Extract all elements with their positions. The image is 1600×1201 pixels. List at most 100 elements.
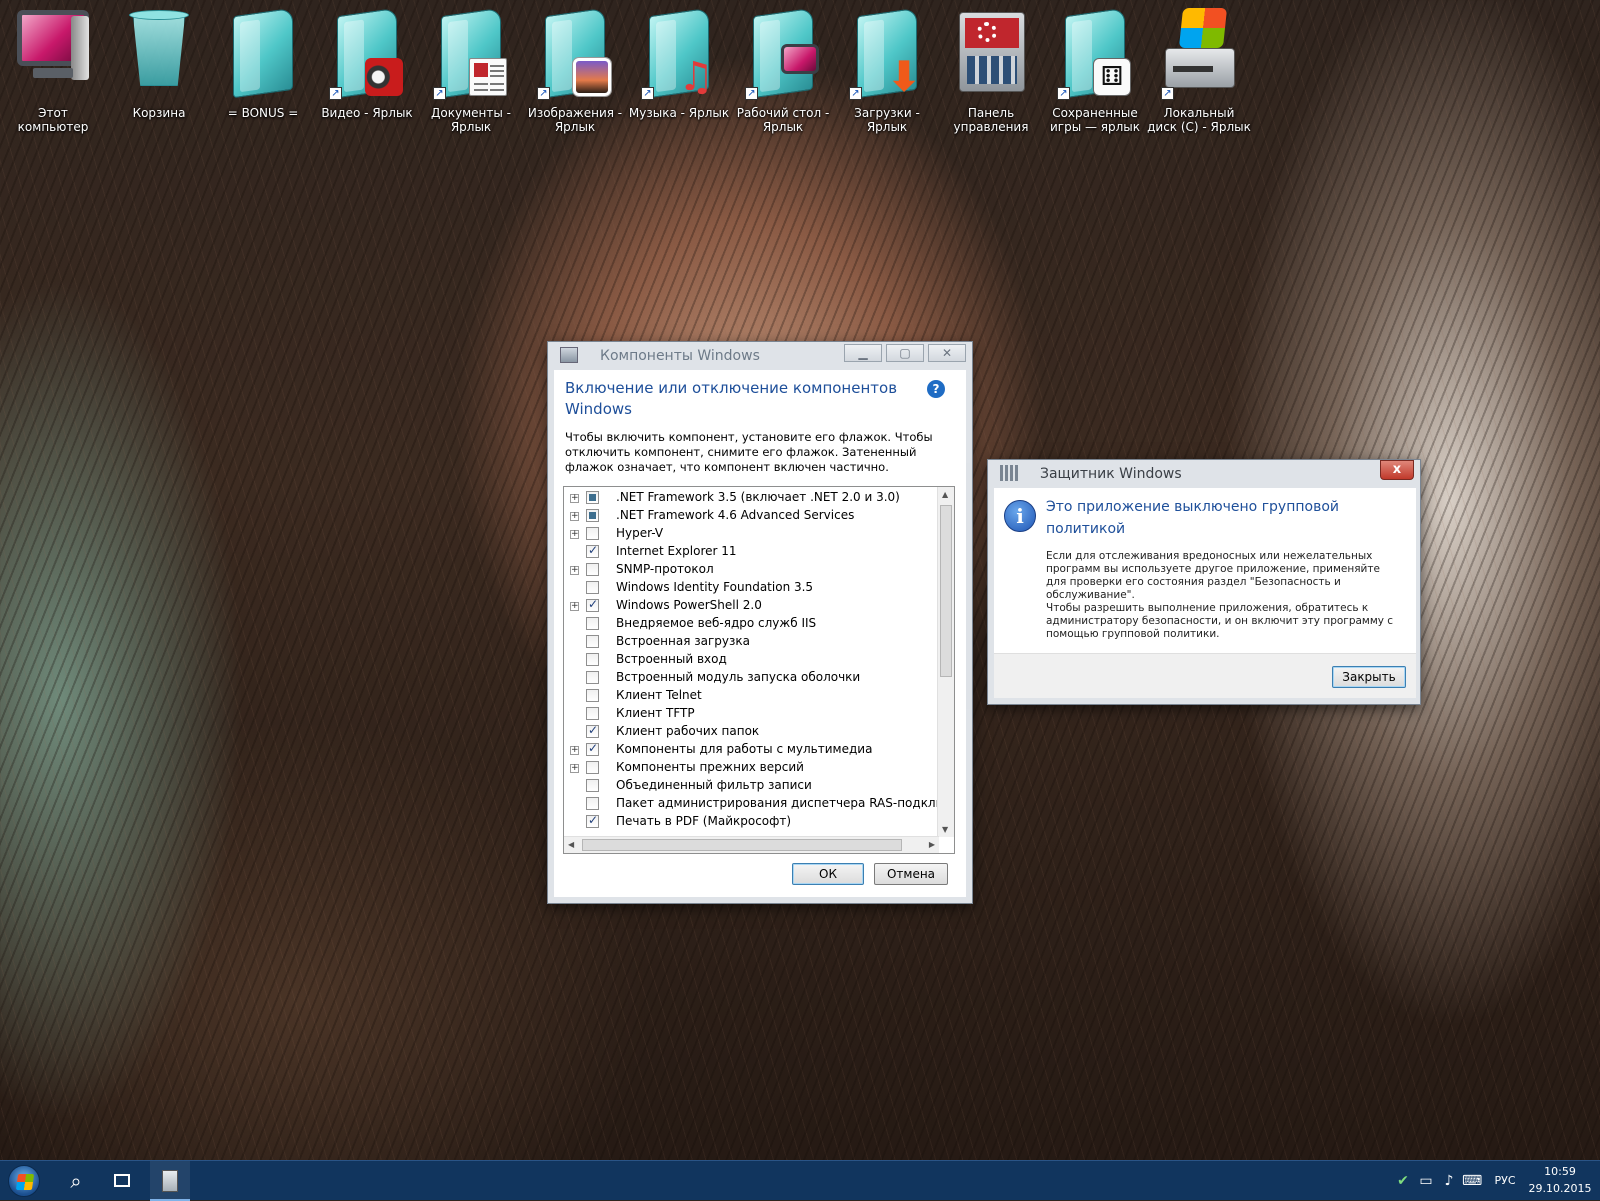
feature-checkbox[interactable] bbox=[586, 761, 599, 774]
hard-drive-icon: ↗ bbox=[1159, 4, 1239, 102]
cancel-button[interactable]: Отмена bbox=[874, 863, 948, 885]
desktop-icon-documents[interactable]: ↗ Документы - Ярлык bbox=[419, 4, 523, 134]
help-icon[interactable]: ? bbox=[927, 380, 945, 398]
close-icon[interactable]: x bbox=[1380, 460, 1414, 480]
feature-checkbox[interactable] bbox=[586, 635, 599, 648]
dialog-title-bar[interactable]: Защитник Windows x bbox=[988, 460, 1420, 488]
horizontal-scroll-thumb[interactable] bbox=[582, 839, 902, 851]
features-tree-list[interactable]: + .NET Framework 3.5 (включает .NET 2.0 и… bbox=[563, 486, 955, 854]
desktop-icon-local-disk[interactable]: ↗ Локальный диск (C) - Ярлык bbox=[1147, 4, 1251, 134]
desktop-icon-label: Этот компьютер bbox=[17, 106, 89, 134]
desktop-icon-recycle-bin[interactable]: Корзина bbox=[107, 4, 211, 120]
feature-checkbox[interactable] bbox=[586, 617, 599, 630]
network-icon[interactable]: ▭ bbox=[1416, 1161, 1436, 1201]
feature-checkbox[interactable] bbox=[586, 653, 599, 666]
taskbar-app-features[interactable] bbox=[150, 1161, 190, 1201]
vertical-scrollbar[interactable]: ▲ ▼ bbox=[937, 487, 954, 837]
feature-row[interactable]: + Компоненты для работы с мультимедиа bbox=[564, 741, 936, 759]
desktop-icon-bonus[interactable]: = BONUS = bbox=[211, 4, 315, 120]
feature-row[interactable]: Клиент рабочих папок bbox=[564, 723, 936, 741]
expand-plus-icon[interactable]: + bbox=[570, 530, 579, 539]
feature-row[interactable]: Встроенный модуль запуска оболочки bbox=[564, 669, 936, 687]
taskbar: ⌕ ✔ ▭ ♪ ⌨ РУС 10:59 29.10.2015 bbox=[0, 1160, 1600, 1201]
desktop-icon-this-pc[interactable]: Этот компьютер bbox=[1, 4, 105, 134]
desktop-icon-downloads[interactable]: ⬇ ↗ Загрузки - Ярлык bbox=[835, 4, 939, 134]
start-button[interactable] bbox=[6, 1161, 42, 1201]
info-icon: i bbox=[1004, 500, 1036, 532]
search-icon[interactable]: ⌕ bbox=[58, 1161, 94, 1201]
document-icon bbox=[469, 58, 507, 96]
volume-icon[interactable]: ♪ bbox=[1439, 1161, 1459, 1201]
video-camera-icon bbox=[365, 58, 403, 96]
defender-dialog: Защитник Windows x i Это приложение выкл… bbox=[987, 459, 1421, 705]
feature-row[interactable]: Встроенный вход bbox=[564, 651, 936, 669]
feature-row[interactable]: Клиент Telnet bbox=[564, 687, 936, 705]
feature-checkbox[interactable] bbox=[586, 509, 599, 522]
feature-row[interactable]: + .NET Framework 3.5 (включает .NET 2.0 и… bbox=[564, 489, 936, 507]
feature-row[interactable]: Встроенная загрузка bbox=[564, 633, 936, 651]
desktop-icon-control-panel[interactable]: Панель управления bbox=[939, 4, 1043, 134]
language-indicator[interactable]: РУС bbox=[1487, 1161, 1523, 1201]
feature-row[interactable]: + .NET Framework 4.6 Advanced Services bbox=[564, 507, 936, 525]
desktop-icon-label: Видео - Ярлык bbox=[321, 106, 413, 120]
expand-plus-icon[interactable]: + bbox=[570, 602, 579, 611]
feature-checkbox[interactable] bbox=[586, 543, 599, 558]
feature-checkbox[interactable] bbox=[586, 597, 599, 612]
scroll-up-arrow-icon[interactable]: ▲ bbox=[942, 490, 948, 499]
keyboard-icon[interactable]: ⌨ bbox=[1462, 1161, 1482, 1201]
feature-row[interactable]: Печать в PDF (Майкрософт) bbox=[564, 813, 936, 831]
scroll-down-arrow-icon[interactable]: ▼ bbox=[942, 825, 948, 834]
feature-checkbox[interactable] bbox=[586, 813, 599, 828]
minimize-button[interactable]: ▁ bbox=[844, 344, 882, 362]
feature-checkbox[interactable] bbox=[586, 779, 599, 792]
feature-row[interactable]: Клиент TFTP bbox=[564, 705, 936, 723]
task-view-icon[interactable] bbox=[104, 1161, 140, 1201]
horizontal-scrollbar[interactable]: ◀ ▶ bbox=[564, 836, 939, 853]
feature-checkbox[interactable] bbox=[586, 723, 599, 738]
feature-row[interactable]: + Hyper-V bbox=[564, 525, 936, 543]
feature-checkbox[interactable] bbox=[586, 671, 599, 684]
feature-checkbox[interactable] bbox=[586, 797, 599, 810]
expand-plus-icon[interactable]: + bbox=[570, 764, 579, 773]
dialog-client-area: i Это приложение выключено групповой пол… bbox=[994, 488, 1416, 698]
feature-row[interactable]: + Компоненты прежних версий bbox=[564, 759, 936, 777]
expand-plus-icon[interactable]: + bbox=[570, 512, 579, 521]
feature-checkbox[interactable] bbox=[586, 491, 599, 504]
scroll-right-arrow-icon[interactable]: ▶ bbox=[929, 840, 935, 849]
maximize-button[interactable]: ▢ bbox=[886, 344, 924, 362]
desktop-icon-saved-games[interactable]: ⚅ ↗ Сохраненные игры — ярлык bbox=[1043, 4, 1147, 134]
desktop-icon-label: Панель управления bbox=[953, 106, 1029, 134]
scroll-left-arrow-icon[interactable]: ◀ bbox=[568, 840, 574, 849]
feature-checkbox[interactable] bbox=[586, 689, 599, 702]
feature-row[interactable]: Объединенный фильтр записи bbox=[564, 777, 936, 795]
close-button[interactable]: Закрыть bbox=[1332, 666, 1406, 688]
feature-row[interactable]: Внедряемое веб-ядро служб IIS bbox=[564, 615, 936, 633]
desktop-icon-pictures[interactable]: ↗ Изображения - Ярлык bbox=[523, 4, 627, 134]
feature-checkbox[interactable] bbox=[586, 581, 599, 594]
desktop-icon-music[interactable]: ♫ ↗ Музыка - Ярлык bbox=[627, 4, 731, 120]
feature-checkbox[interactable] bbox=[586, 741, 599, 756]
feature-row[interactable]: + Windows PowerShell 2.0 bbox=[564, 597, 936, 615]
close-button[interactable]: ✕ bbox=[928, 344, 966, 362]
desktop-icon-desktop[interactable]: ↗ Рабочий стол - Ярлык bbox=[731, 4, 835, 134]
expand-plus-icon[interactable]: + bbox=[570, 566, 579, 575]
feature-checkbox[interactable] bbox=[586, 527, 599, 540]
feature-checkbox[interactable] bbox=[586, 707, 599, 720]
expand-plus-icon[interactable]: + bbox=[570, 746, 579, 755]
feature-row[interactable]: Windows Identity Foundation 3.5 bbox=[564, 579, 936, 597]
folder-icon bbox=[223, 4, 303, 102]
title-bar[interactable]: Компоненты Windows ▁ ▢ ✕ bbox=[548, 342, 972, 370]
desktop-icon-video[interactable]: ↗ Видео - Ярлык bbox=[315, 4, 419, 120]
vertical-scroll-thumb[interactable] bbox=[940, 505, 952, 677]
defender-tray-icon[interactable]: ✔ bbox=[1393, 1161, 1413, 1201]
desktop-icon-label: = BONUS = bbox=[227, 106, 299, 120]
feature-name: Объединенный фильтр записи bbox=[616, 778, 812, 792]
ok-button[interactable]: ОК bbox=[792, 863, 864, 885]
expand-plus-icon[interactable]: + bbox=[570, 494, 579, 503]
feature-row[interactable]: + SNMP-протокол bbox=[564, 561, 936, 579]
clock[interactable]: 10:59 29.10.2015 bbox=[1524, 1161, 1596, 1201]
feature-checkbox[interactable] bbox=[586, 563, 599, 576]
feature-row[interactable]: Пакет администрирования диспетчера RAS-п… bbox=[564, 795, 954, 813]
feature-row[interactable]: Internet Explorer 11 bbox=[564, 543, 936, 561]
dialog-paragraph-1: Если для отслеживания вредоносных или не… bbox=[1046, 550, 1380, 601]
